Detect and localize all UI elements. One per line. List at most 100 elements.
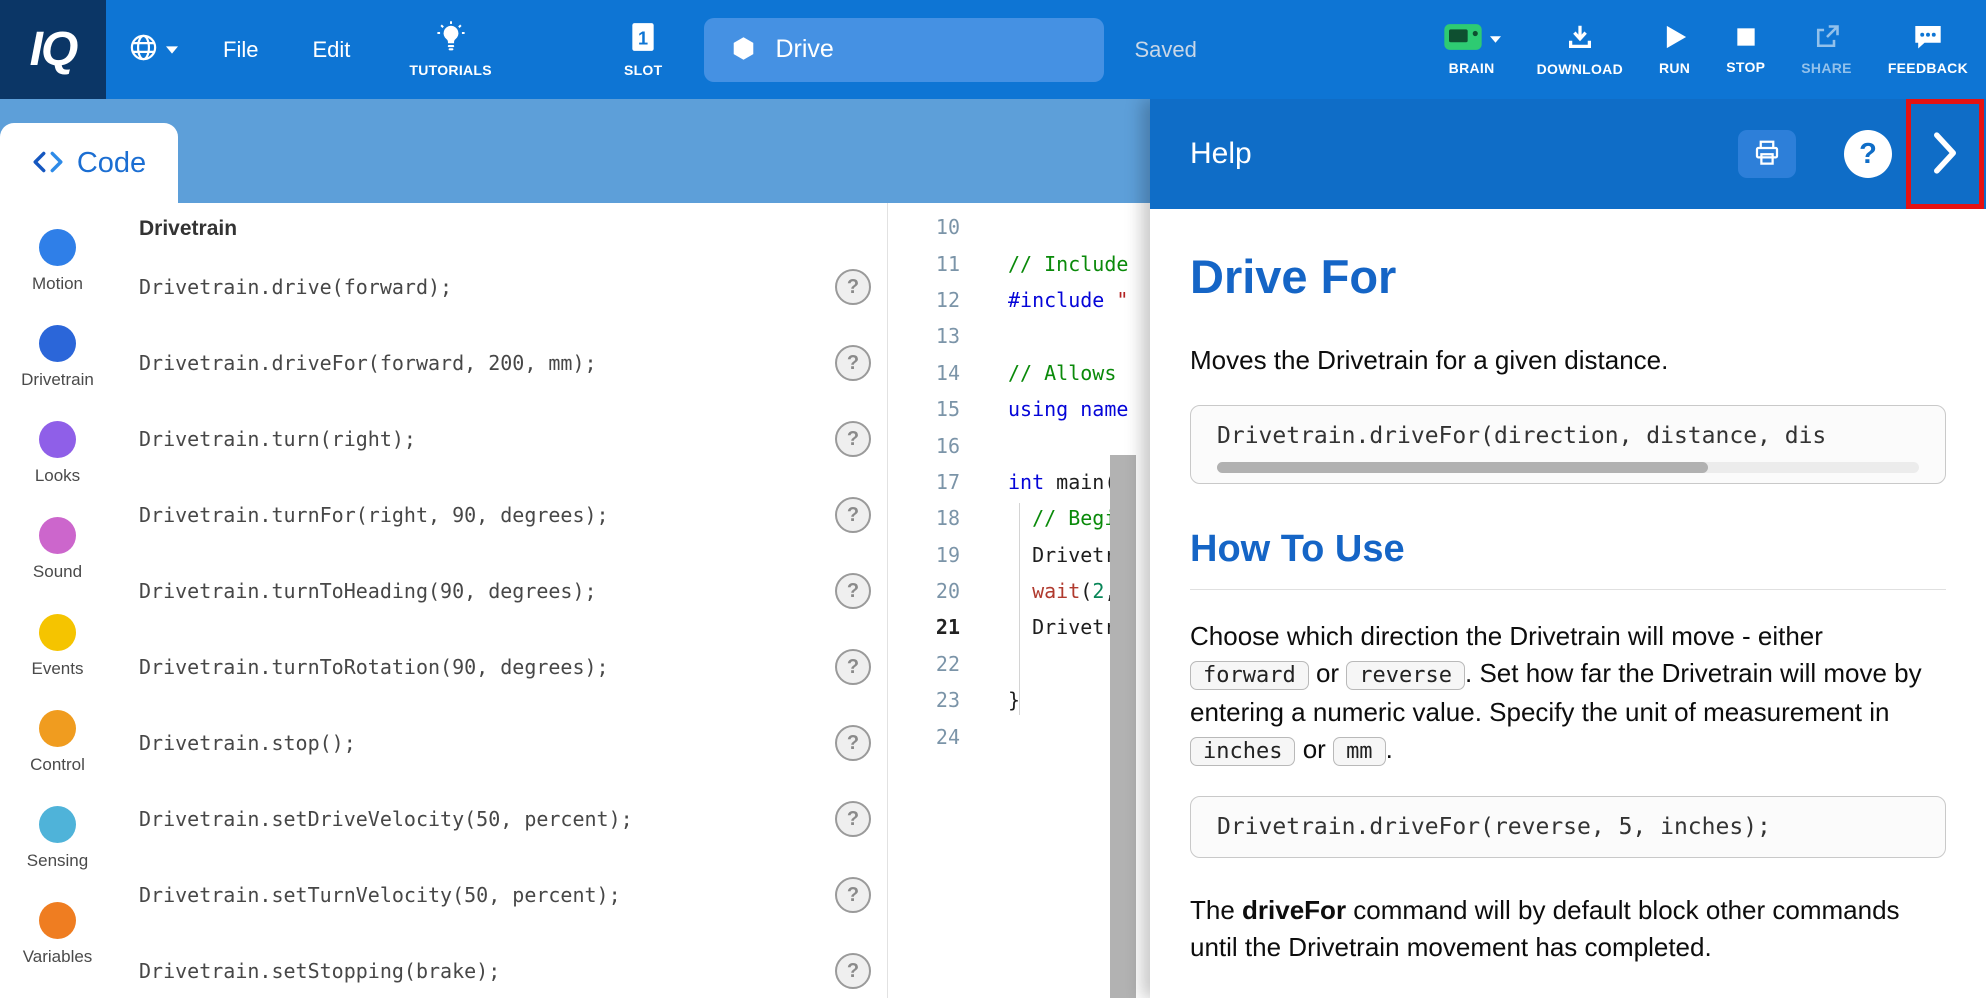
feedback-label: FEEDBACK (1888, 60, 1968, 76)
command-signature: Drivetrain.driveFor(direction, distance,… (1217, 423, 1826, 449)
edit-menu[interactable]: Edit (285, 0, 377, 99)
inline-code-reverse: reverse (1346, 661, 1465, 690)
command-help-button[interactable]: ? (835, 269, 871, 305)
category-label: Sensing (27, 851, 88, 871)
command-text: Drivetrain.setDriveVelocity(50, percent)… (139, 807, 633, 831)
brain-button[interactable]: BRAIN (1425, 0, 1519, 99)
inline-code-forward: forward (1190, 661, 1309, 690)
command-help-button[interactable]: ? (835, 573, 871, 609)
command-help-button[interactable]: ? (835, 953, 871, 989)
brain-label: BRAIN (1449, 60, 1495, 76)
drivefor-keyword: driveFor (1242, 895, 1346, 925)
drivetrain-category-dot (39, 325, 76, 362)
command-row[interactable]: Drivetrain.setTurnVelocity(50, percent);… (139, 857, 887, 933)
command-row[interactable]: Drivetrain.turnFor(right, 90, degrees); … (139, 477, 887, 553)
command-row[interactable]: Drivetrain.turnToRotation(90, degrees); … (139, 629, 887, 705)
brain-icon (1443, 23, 1483, 54)
tab-code-label: Code (77, 147, 146, 180)
line-number: 10 (888, 215, 960, 239)
command-help-button[interactable]: ? (835, 801, 871, 837)
editor-scrollbar[interactable] (1110, 455, 1136, 998)
note-text: The driveFor command will by default blo… (1190, 892, 1946, 966)
print-icon (1752, 138, 1782, 171)
command-row[interactable]: Drivetrain.setStopping(brake); ? (139, 933, 887, 998)
chevron-right-icon (1931, 131, 1959, 178)
language-menu[interactable] (106, 0, 196, 99)
category-label: Drivetrain (21, 370, 94, 390)
sidebar-item-variables[interactable]: Variables (0, 902, 115, 998)
feedback-icon (1913, 23, 1943, 54)
main-area: Code Motion Drivetrain Look (0, 99, 1986, 998)
line-number: 11 (888, 252, 960, 276)
help-info-button[interactable]: ? (1844, 130, 1892, 178)
sound-category-dot (39, 517, 76, 554)
print-button[interactable] (1738, 130, 1796, 178)
caret-down-icon (1490, 31, 1501, 46)
vex-iq-logo: IQ (0, 0, 106, 99)
svg-text:1: 1 (638, 28, 648, 48)
help-panel-header: Help ? (1150, 99, 1986, 209)
download-button[interactable]: DOWNLOAD (1519, 0, 1641, 99)
project-name-button[interactable]: Drive (704, 18, 1104, 82)
feedback-button[interactable]: FEEDBACK (1870, 0, 1986, 99)
indent-guide (1019, 503, 1020, 715)
share-label: SHARE (1801, 60, 1852, 76)
command-text: Drivetrain.turn(right); (139, 427, 416, 451)
code-editor[interactable]: 10 11 // Include 12 #include " 13 (887, 203, 1150, 998)
command-row[interactable]: Drivetrain.turnToHeading(90, degrees); ? (139, 553, 887, 629)
command-list: Drivetrain Drivetrain.drive(forward); ? … (115, 203, 887, 998)
run-button[interactable]: RUN (1641, 0, 1708, 99)
command-group-header: Drivetrain (139, 217, 887, 249)
slot-button[interactable]: 1 SLOT (606, 0, 681, 99)
sidebar-item-looks[interactable]: Looks (0, 421, 115, 517)
slot-1-icon: 1 (629, 21, 657, 56)
lightbulb-icon (435, 21, 467, 56)
editor-line: 13 (888, 318, 1150, 354)
collapse-help-button[interactable] (1931, 131, 1959, 178)
line-number: 21 (888, 615, 960, 639)
line-number: 23 (888, 688, 960, 712)
command-row[interactable]: Drivetrain.setDriveVelocity(50, percent)… (139, 781, 887, 857)
command-text: Drivetrain.setStopping(brake); (139, 959, 500, 983)
editor-line: 11 // Include (888, 245, 1150, 281)
sidebar-item-drivetrain[interactable]: Drivetrain (0, 325, 115, 421)
command-help-button[interactable]: ? (835, 649, 871, 685)
stop-label: STOP (1726, 59, 1765, 75)
signature-scrollbar-thumb[interactable] (1217, 462, 1708, 473)
sidebar-item-motion[interactable]: Motion (0, 229, 115, 325)
tutorials-button[interactable]: TUTORIALS (391, 0, 510, 99)
slot-label: SLOT (624, 62, 663, 78)
file-menu[interactable]: File (196, 0, 285, 99)
command-row[interactable]: Drivetrain.stop(); ? (139, 705, 887, 781)
command-row[interactable]: Drivetrain.turn(right); ? (139, 401, 887, 477)
stop-button[interactable]: STOP (1708, 0, 1783, 99)
play-icon (1661, 23, 1689, 54)
command-help-button[interactable]: ? (835, 725, 871, 761)
command-help-button[interactable]: ? (835, 497, 871, 533)
section-divider (1190, 589, 1946, 590)
command-help-button[interactable]: ? (835, 877, 871, 913)
workspace-body: Motion Drivetrain Looks Sound (0, 203, 1150, 998)
top-toolbar: IQ File Edit (0, 0, 1986, 99)
command-row[interactable]: Drivetrain.drive(forward); ? (139, 249, 887, 325)
sidebar-item-sound[interactable]: Sound (0, 517, 115, 613)
editor-line: 14 // Allows (888, 355, 1150, 391)
line-number: 17 (888, 470, 960, 494)
sidebar-item-events[interactable]: Events (0, 614, 115, 710)
line-number: 15 (888, 397, 960, 421)
run-label: RUN (1659, 60, 1690, 76)
signature-scrollbar-track (1217, 462, 1919, 473)
command-help-button[interactable]: ? (835, 421, 871, 457)
line-number: 19 (888, 543, 960, 567)
command-row[interactable]: Drivetrain.driveFor(forward, 200, mm); ? (139, 325, 887, 401)
sidebar-item-sensing[interactable]: Sensing (0, 806, 115, 902)
example-code: Drivetrain.driveFor(reverse, 5, inches); (1217, 814, 1771, 840)
help-description: Moves the Drivetrain for a given distanc… (1190, 342, 1946, 379)
hexagon-icon (730, 35, 757, 65)
sidebar-item-control[interactable]: Control (0, 710, 115, 806)
save-status: Saved (1134, 37, 1196, 63)
question-mark-icon: ? (1859, 138, 1877, 171)
looks-category-dot (39, 421, 76, 458)
command-help-button[interactable]: ? (835, 345, 871, 381)
tab-code[interactable]: Code (0, 123, 178, 203)
